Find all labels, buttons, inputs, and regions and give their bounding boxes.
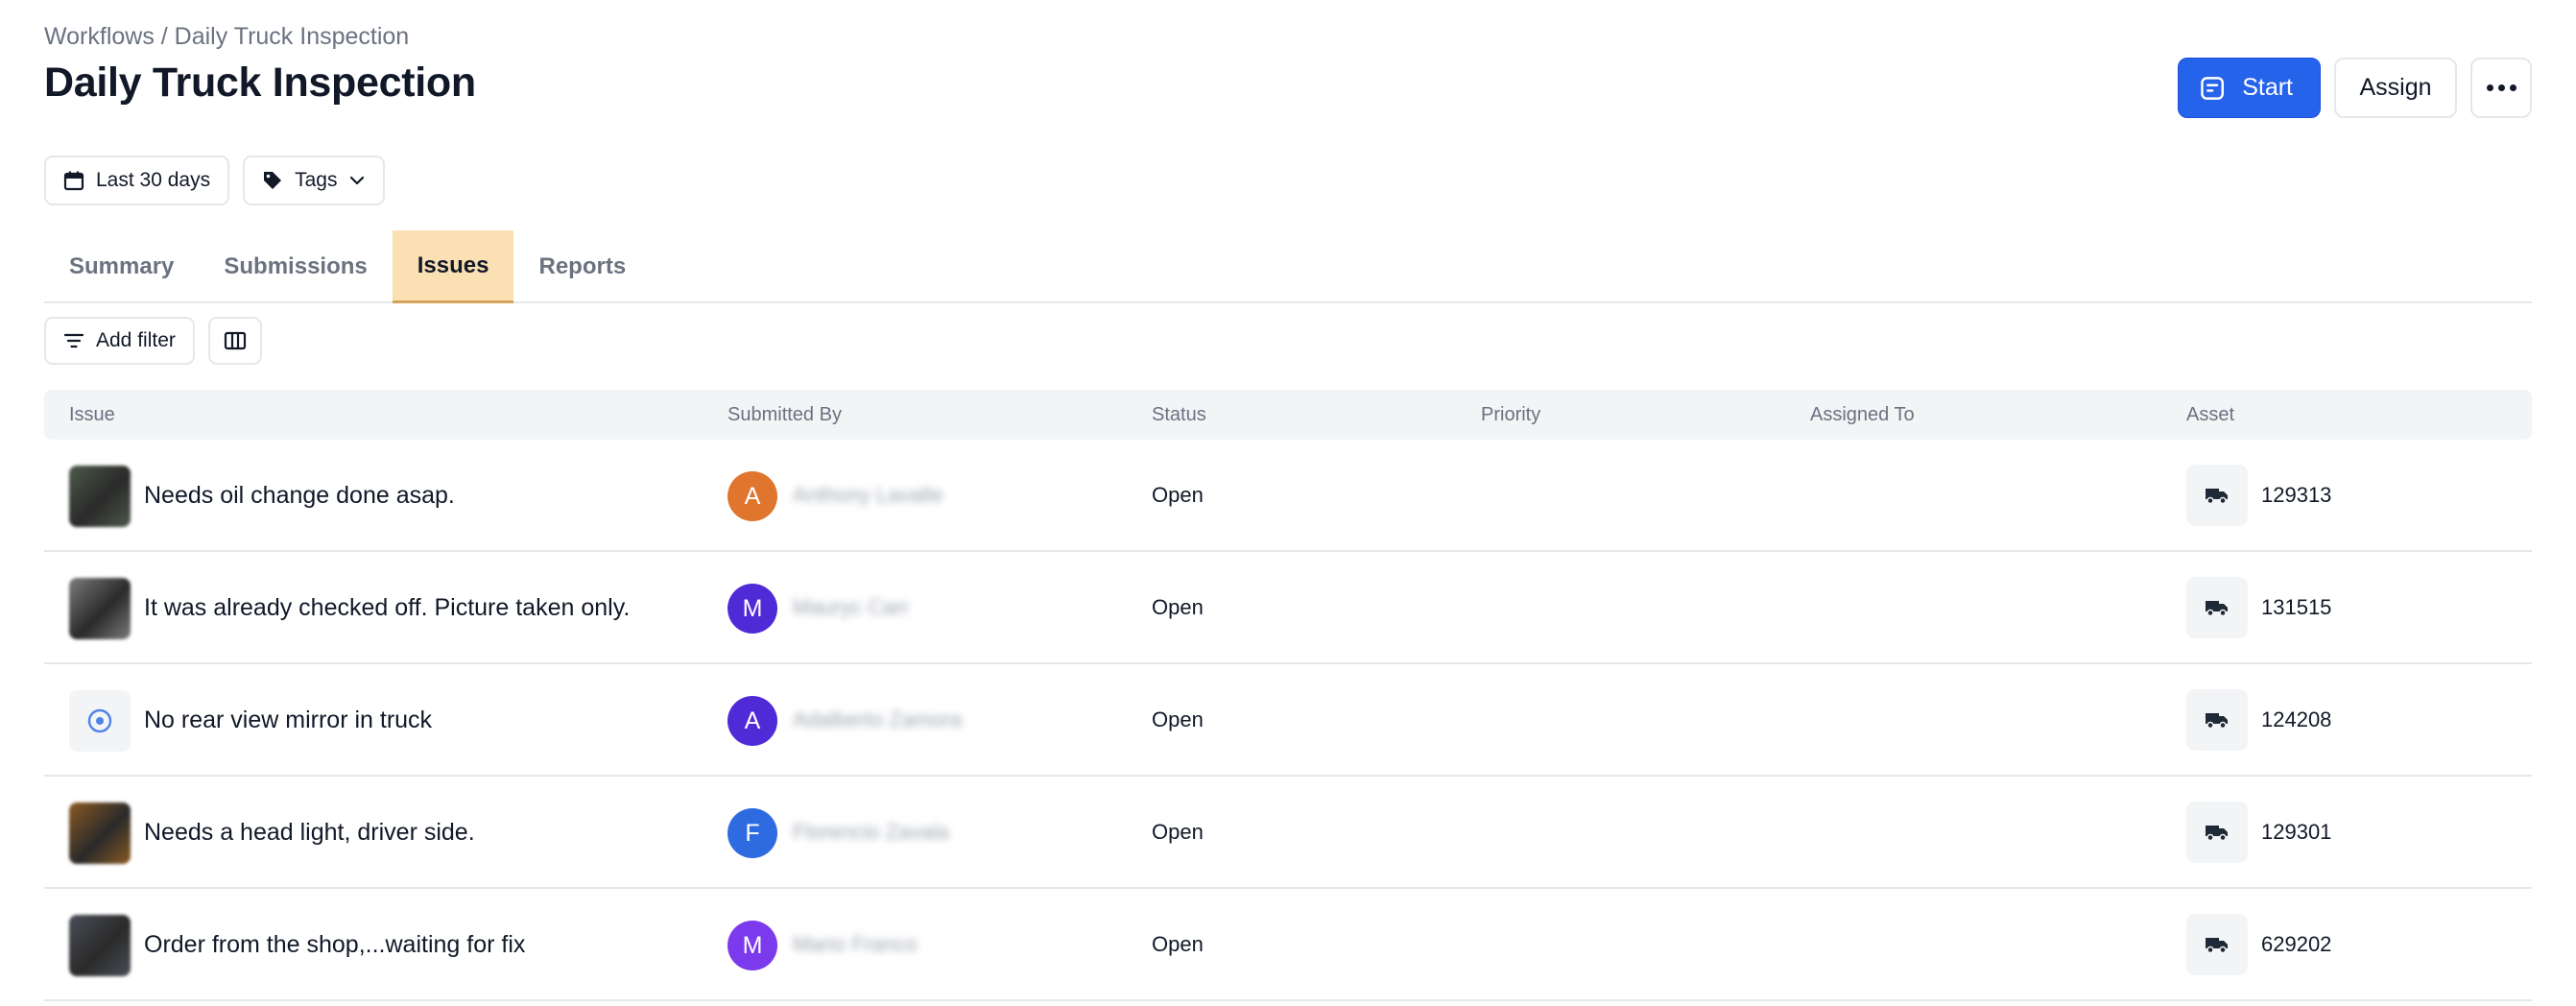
submitter-name: Mauryc Carr xyxy=(793,595,910,619)
column-header-issue[interactable]: Issue xyxy=(69,404,115,426)
asset-number[interactable]: 129301 xyxy=(2261,820,2331,845)
target-icon xyxy=(87,708,112,733)
avatar: F xyxy=(727,808,777,858)
issue-photo-thumbnail[interactable] xyxy=(69,915,131,976)
more-icon xyxy=(2486,84,2493,91)
truck-icon xyxy=(2186,465,2248,526)
tags-label: Tags xyxy=(295,169,338,191)
status-value: Open xyxy=(1152,820,1204,844)
issue-title[interactable]: It was already checked off. Picture take… xyxy=(144,594,630,622)
more-options-button[interactable] xyxy=(2470,58,2532,118)
filter-pills: Last 30 days Tags xyxy=(44,156,386,205)
avatar: M xyxy=(727,921,777,970)
start-button-label: Start xyxy=(2242,74,2293,101)
form-icon xyxy=(2201,76,2224,100)
header-actions: Start Assign xyxy=(2178,58,2532,118)
issue-photo-thumbnail[interactable] xyxy=(69,802,131,864)
tag-icon xyxy=(264,172,282,189)
asset-number[interactable]: 129313 xyxy=(2261,483,2331,508)
asset-number[interactable]: 124208 xyxy=(2261,707,2331,732)
issue-title[interactable]: Needs oil change done asap. xyxy=(144,482,455,510)
filter-icon xyxy=(63,333,84,348)
table-row[interactable]: Needs oil change done asap. A Anthony La… xyxy=(44,440,2532,552)
table-row[interactable]: Needs a head light, driver side. F Flore… xyxy=(44,777,2532,889)
start-button[interactable]: Start xyxy=(2178,58,2321,118)
submitter-name: Adalberto Zamora xyxy=(793,707,963,731)
page-title: Daily Truck Inspection xyxy=(44,60,476,106)
table-toolbar: Add filter xyxy=(44,317,262,365)
column-header-asset[interactable]: Asset xyxy=(2186,404,2234,426)
more-icon-dot xyxy=(2509,84,2516,91)
tab-issues[interactable]: Issues xyxy=(392,230,514,303)
submitter-name: Florencio Zavala xyxy=(793,820,949,844)
issue-photo-thumbnail[interactable] xyxy=(69,578,131,639)
status-value: Open xyxy=(1152,707,1204,731)
column-header-submitted-by[interactable]: Submitted By xyxy=(727,404,842,426)
column-header-assigned-to[interactable]: Assigned To xyxy=(1810,404,1915,426)
tab-summary[interactable]: Summary xyxy=(44,230,199,303)
columns-icon xyxy=(224,331,246,350)
status-value: Open xyxy=(1152,483,1204,507)
issue-title[interactable]: Needs a head light, driver side. xyxy=(144,819,475,847)
add-filter-label: Add filter xyxy=(96,329,176,351)
table-row[interactable]: It was already checked off. Picture take… xyxy=(44,552,2532,664)
issue-placeholder-thumbnail[interactable] xyxy=(69,690,131,752)
avatar: M xyxy=(727,584,777,634)
date-range-filter[interactable]: Last 30 days xyxy=(44,156,230,205)
asset-number[interactable]: 131515 xyxy=(2261,595,2331,620)
status-value: Open xyxy=(1152,932,1204,956)
calendar-icon xyxy=(63,171,84,191)
more-icon-dot xyxy=(2497,84,2505,91)
breadcrumb[interactable]: Workflows / Daily Truck Inspection xyxy=(44,23,409,51)
truck-icon xyxy=(2186,689,2248,751)
avatar: A xyxy=(727,471,777,521)
add-filter-button[interactable]: Add filter xyxy=(44,317,195,365)
issue-title[interactable]: No rear view mirror in truck xyxy=(144,707,432,734)
tab-bar: Summary Submissions Issues Reports xyxy=(44,230,2532,303)
submitter-name: Mario Franco xyxy=(793,932,918,956)
columns-button[interactable] xyxy=(207,317,262,365)
issues-table: Issue Submitted By Status Priority Assig… xyxy=(44,390,2532,1001)
submitter-name: Anthony Lavalle xyxy=(793,483,943,507)
table-header: Issue Submitted By Status Priority Assig… xyxy=(44,390,2532,440)
assign-button[interactable]: Assign xyxy=(2334,58,2457,118)
column-header-status[interactable]: Status xyxy=(1152,404,1206,426)
status-value: Open xyxy=(1152,595,1204,619)
issue-title[interactable]: Order from the shop,...waiting for fix xyxy=(144,931,525,959)
page: Workflows / Daily Truck Inspection Daily… xyxy=(0,0,2576,1006)
issue-photo-thumbnail[interactable] xyxy=(69,466,131,527)
asset-number[interactable]: 629202 xyxy=(2261,932,2331,957)
tab-reports[interactable]: Reports xyxy=(513,230,651,303)
table-row[interactable]: No rear view mirror in truck A Adalberto… xyxy=(44,664,2532,777)
table-row[interactable]: Order from the shop,...waiting for fix M… xyxy=(44,889,2532,1001)
avatar: A xyxy=(727,696,777,746)
date-range-label: Last 30 days xyxy=(96,169,211,191)
column-header-priority[interactable]: Priority xyxy=(1481,404,1540,426)
chevron-down-icon xyxy=(350,176,365,185)
truck-icon xyxy=(2186,802,2248,863)
truck-icon xyxy=(2186,914,2248,975)
tab-submissions[interactable]: Submissions xyxy=(199,230,392,303)
tags-filter[interactable]: Tags xyxy=(243,156,386,205)
truck-icon xyxy=(2186,577,2248,638)
